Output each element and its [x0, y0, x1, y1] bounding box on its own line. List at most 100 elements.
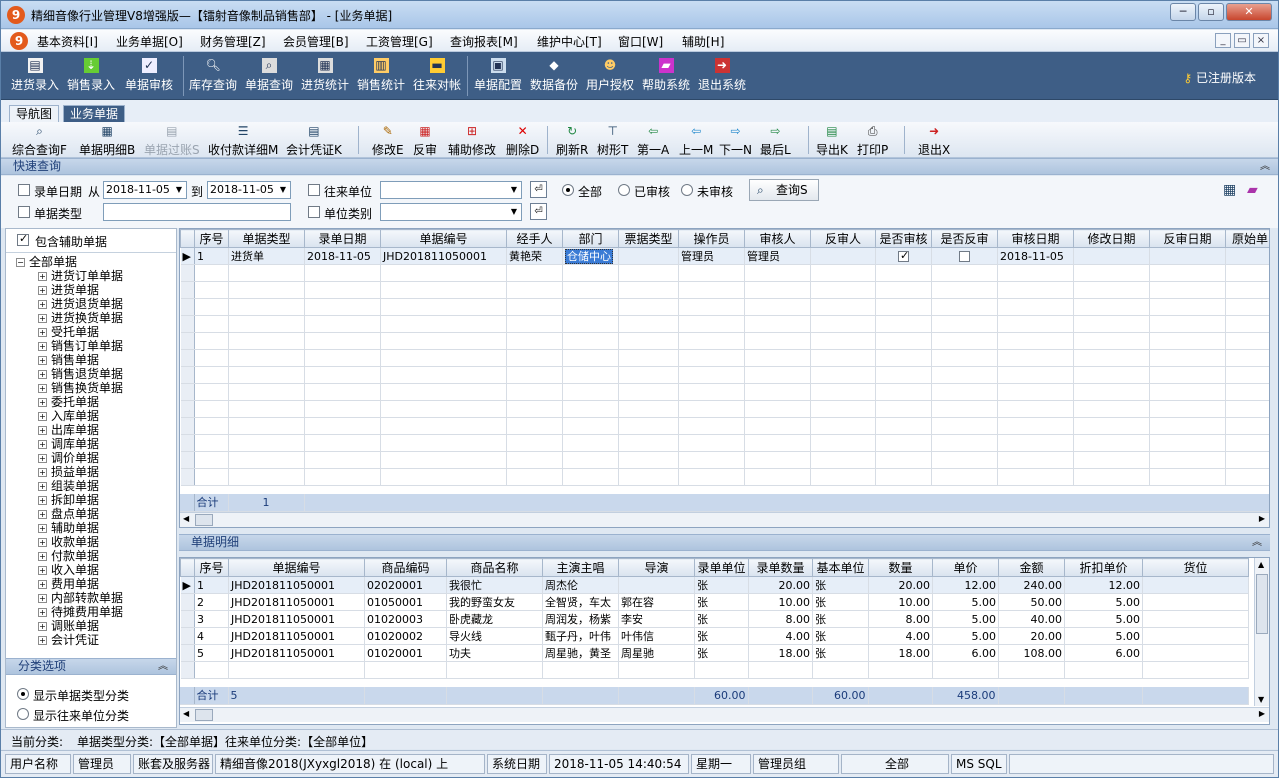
btn-prev[interactable]: ⇦ 上一M: [679, 124, 713, 157]
chevron-down-icon[interactable]: ▼: [507, 204, 521, 220]
tree-item[interactable]: + 损益单据: [16, 465, 123, 479]
menu-business[interactable]: 业务单据[O]: [116, 33, 183, 50]
tree-item[interactable]: + 调价单据: [16, 451, 123, 465]
radio-show-partner[interactable]: [17, 708, 29, 720]
detail-row[interactable]: 3 JHD201811050001 01020003 卧虎藏龙 周润发，杨紫 李安张 8.0…: [180, 610, 1249, 628]
tree-item[interactable]: + 销售退货单据: [16, 367, 123, 381]
expand-tree-icon[interactable]: +: [38, 580, 47, 589]
cell-unit[interactable]: 张: [694, 610, 749, 628]
partner-select-button[interactable]: ⏎: [530, 181, 547, 198]
cell-price[interactable]: 6.00: [932, 644, 999, 662]
expand-tree-icon[interactable]: +: [38, 398, 47, 407]
btn-next[interactable]: ⇨ 下一N: [719, 124, 752, 157]
detail-header[interactable]: 单据明细 ︽: [179, 534, 1270, 551]
tree-item[interactable]: + 入库单据: [16, 409, 123, 423]
menu-app-icon[interactable]: 9: [10, 32, 28, 50]
expand-tree-icon[interactable]: +: [38, 342, 47, 351]
menu-finance[interactable]: 财务管理[Z]: [200, 33, 266, 50]
tb-sales-entry[interactable]: ⇣ 销售录入: [67, 56, 115, 98]
detail-row[interactable]: ▶ 1 JHD201811050001 02020001 我很忙 周杰伦张 20.00 张 20…: [180, 576, 1249, 594]
expand-tree-icon[interactable]: +: [38, 454, 47, 463]
scroll-right-icon[interactable]: ▶: [1259, 514, 1265, 523]
expand-tree-icon[interactable]: +: [38, 510, 47, 519]
cell-date[interactable]: 2018-11-05: [304, 247, 381, 265]
cell-modify-date[interactable]: [1073, 247, 1150, 265]
column-header[interactable]: 审核人: [744, 229, 811, 248]
cell-qty[interactable]: 10.00: [748, 593, 813, 611]
cell-qty[interactable]: 20.00: [748, 576, 813, 594]
cell-no[interactable]: 2: [194, 593, 229, 611]
tree-item[interactable]: + 进货换货单据: [16, 311, 123, 325]
cell-bunit[interactable]: 张: [812, 576, 869, 594]
column-header[interactable]: 录单日期: [304, 229, 381, 248]
chevron-down-icon[interactable]: ▼: [507, 182, 521, 198]
column-header[interactable]: 金额: [998, 558, 1065, 577]
cell-qty[interactable]: 8.00: [748, 610, 813, 628]
btn-first[interactable]: ⇦ 第一A: [637, 124, 669, 157]
category-options-header[interactable]: 分类选项 ︽: [6, 658, 176, 675]
type-input[interactable]: [103, 203, 291, 221]
column-header[interactable]: 单据编号: [380, 229, 507, 248]
cell-qty[interactable]: 4.00: [748, 627, 813, 645]
tree-item[interactable]: + 销售单据: [16, 353, 123, 367]
tb-purchase-stats[interactable]: ▦ 进货统计: [301, 56, 349, 98]
cell-unit[interactable]: 张: [694, 593, 749, 611]
tb-purchase-entry[interactable]: ▤ 进货录入: [11, 56, 59, 98]
cell-unit[interactable]: 张: [694, 576, 749, 594]
cell-code[interactable]: JHD201811050001: [228, 610, 365, 628]
cell-dprice[interactable]: 5.00: [1064, 627, 1143, 645]
cell-num[interactable]: 18.00: [868, 644, 933, 662]
cell-dprice[interactable]: 6.00: [1064, 644, 1143, 662]
column-header[interactable]: 录单数量: [748, 558, 813, 577]
cell-amount[interactable]: 20.00: [998, 627, 1065, 645]
cell-type[interactable]: 进货单: [228, 247, 305, 265]
tree-root[interactable]: − 全部单据: [16, 255, 123, 269]
radio-all[interactable]: [562, 184, 574, 196]
cell-original[interactable]: [1225, 247, 1269, 265]
cell-code[interactable]: JHD201811050001: [228, 576, 365, 594]
menu-member[interactable]: 会员管理[B]: [283, 33, 349, 50]
cell-name[interactable]: 卧虎藏龙: [446, 610, 543, 628]
menu-report[interactable]: 查询报表[M]: [450, 33, 518, 50]
cell-pcode[interactable]: 02020001: [364, 576, 447, 594]
cell-dprice[interactable]: 5.00: [1064, 593, 1143, 611]
btn-bill-detail[interactable]: ▦ 单据明细B: [79, 124, 135, 157]
expand-tree-icon[interactable]: +: [38, 622, 47, 631]
include-aux-checkbox[interactable]: [17, 232, 29, 246]
cell-no[interactable]: 1: [194, 576, 229, 594]
menu-basic[interactable]: 基本资料[I]: [37, 33, 98, 50]
tb-user-auth[interactable]: ☻ 用户授权: [586, 56, 634, 98]
tree-item[interactable]: + 费用单据: [16, 577, 123, 591]
expand-tree-icon[interactable]: +: [38, 468, 47, 477]
tree-item[interactable]: + 拆卸单据: [16, 493, 123, 507]
cell-name[interactable]: 导火线: [446, 627, 543, 645]
tb-bill-query[interactable]: ⌕ 单据查询: [245, 56, 293, 98]
radio-audited[interactable]: [618, 184, 630, 196]
tree-item[interactable]: + 收款单据: [16, 535, 123, 549]
reversed-checkbox[interactable]: [959, 251, 970, 262]
column-header[interactable]: 审核日期: [997, 229, 1074, 248]
expand-tree-icon[interactable]: +: [38, 482, 47, 491]
audited-checkbox[interactable]: [898, 249, 909, 262]
cell-code[interactable]: JHD201811050001: [228, 644, 365, 662]
type-checkbox[interactable]: [18, 206, 30, 218]
expand-tree-icon[interactable]: +: [38, 440, 47, 449]
expand-tree-icon[interactable]: +: [38, 384, 47, 393]
scroll-right-icon[interactable]: ▶: [1259, 709, 1265, 718]
column-header[interactable]: 导演: [618, 558, 695, 577]
btn-aux-edit[interactable]: ⊞ 辅助修改: [448, 124, 496, 157]
cell-bunit[interactable]: 张: [812, 593, 869, 611]
tree-item[interactable]: + 受托单据: [16, 325, 123, 339]
collapse-icon[interactable]: ︽: [158, 659, 168, 674]
radio-unaudited[interactable]: [681, 184, 693, 196]
menu-maintain[interactable]: 维护中心[T]: [537, 33, 602, 50]
cell-audited[interactable]: [875, 247, 932, 265]
cell-audit-date[interactable]: 2018-11-05: [997, 247, 1074, 265]
tab-nav-map[interactable]: 导航图: [9, 105, 60, 122]
expand-tree-icon[interactable]: +: [38, 552, 47, 561]
cell-no[interactable]: 5: [194, 644, 229, 662]
column-header[interactable]: 操作员: [678, 229, 745, 248]
expand-tree-icon[interactable]: +: [38, 370, 47, 379]
cell-location[interactable]: [1142, 593, 1249, 611]
tb-bill-audit[interactable]: ✓ 单据审核: [125, 56, 173, 98]
